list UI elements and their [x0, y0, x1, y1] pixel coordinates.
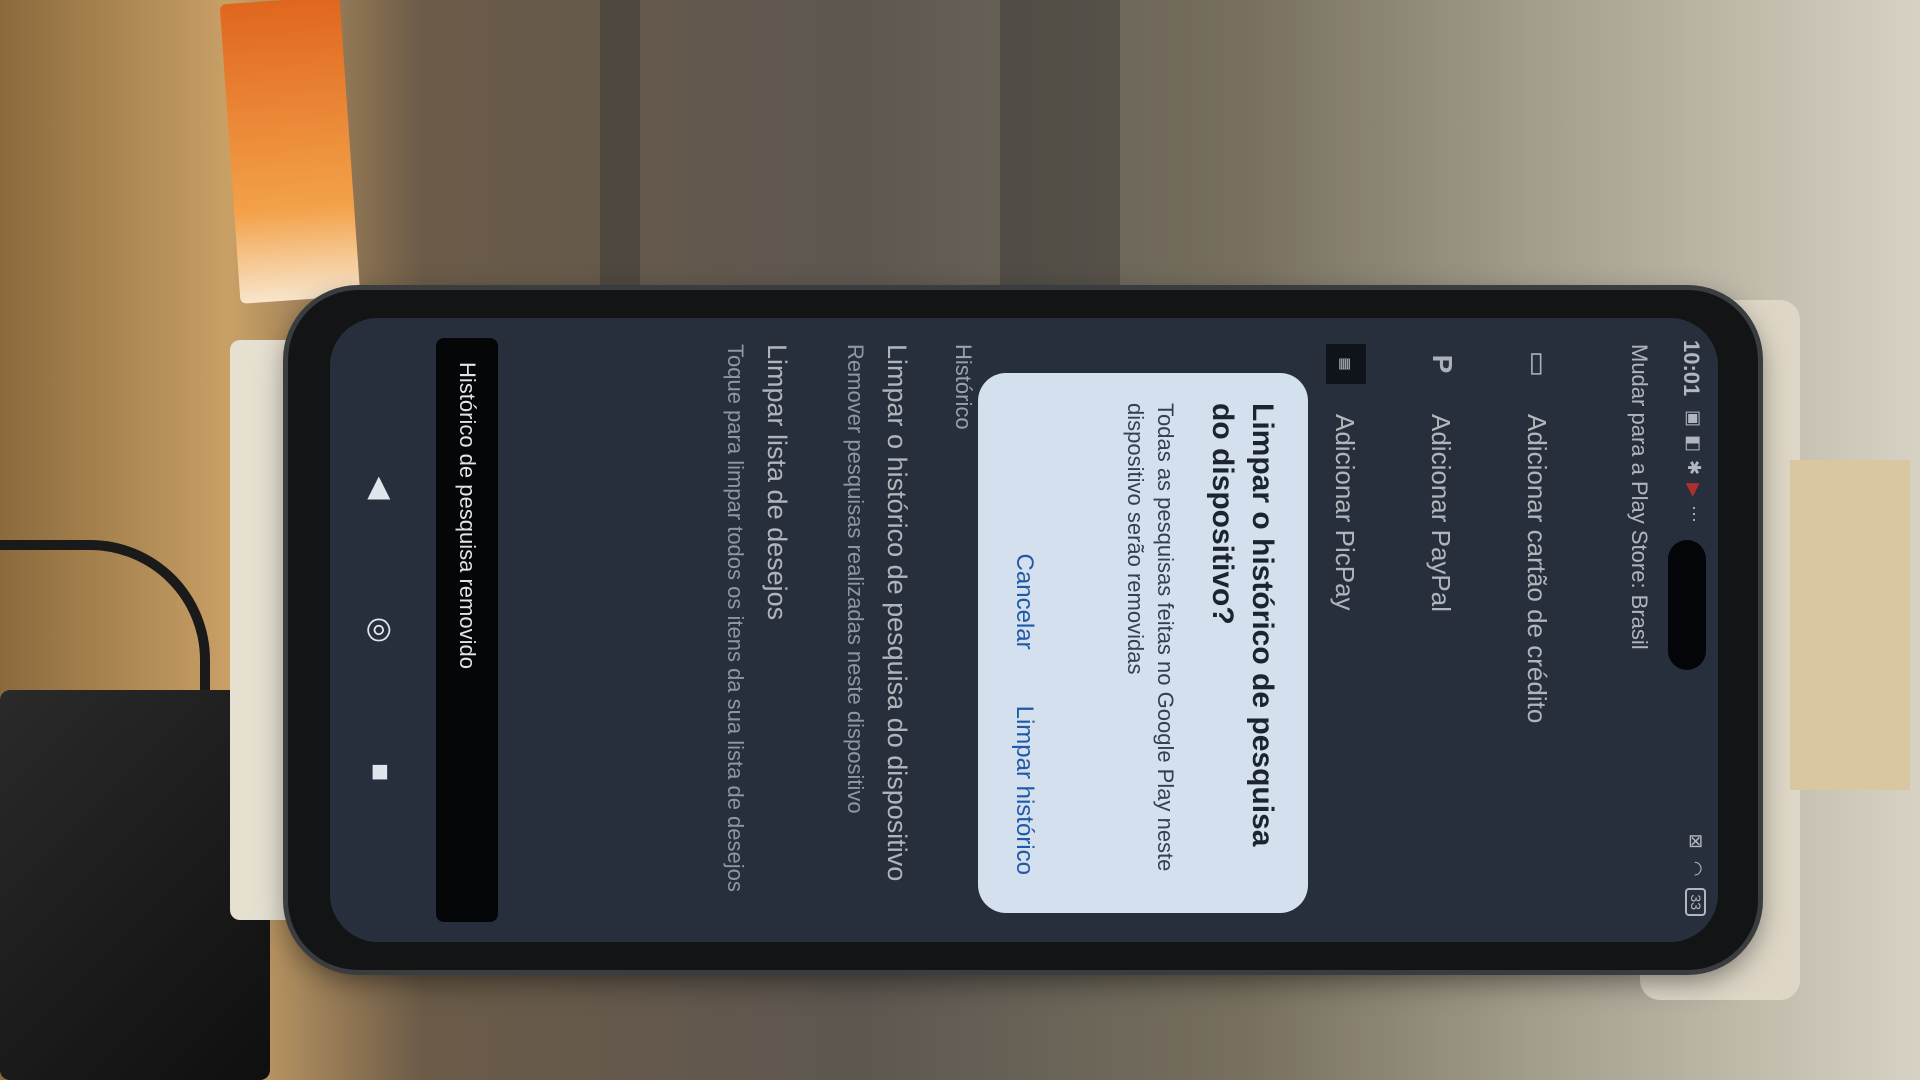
cancel-button[interactable]: Cancelar	[1004, 546, 1044, 658]
dialog-title: Limpar o histórico de pesquisa do dispos…	[1206, 403, 1279, 847]
background-object	[219, 0, 361, 304]
dialog-actions: Cancelar Limpar histórico	[1004, 546, 1044, 883]
dialog-body: Todas as pesquisas feitas no Google Play…	[1123, 403, 1178, 872]
phone-screen: 10:01 ▣ ◧ ✱ ▶ ⋯ ⊠ ◠ 33 Mudar para a Play…	[330, 318, 1718, 942]
snackbar-message: Histórico de pesquisa removido	[455, 362, 480, 669]
back-icon[interactable]: ◀	[360, 468, 400, 508]
snackbar: Histórico de pesquisa removido	[436, 338, 498, 922]
clear-history-button[interactable]: Limpar histórico	[1004, 698, 1044, 883]
background-cable	[0, 540, 210, 690]
background-shelf	[600, 0, 640, 300]
navigation-bar: ◀ ◎ ■	[330, 318, 430, 942]
clear-history-dialog: Limpar o histórico de pesquisa do dispos…	[978, 373, 1308, 913]
camera-scene: 10:01 ▣ ◧ ✱ ▶ ⋯ ⊠ ◠ 33 Mudar para a Play…	[0, 0, 1920, 1080]
screen-content: 10:01 ▣ ◧ ✱ ▶ ⋯ ⊠ ◠ 33 Mudar para a Play…	[330, 318, 1718, 942]
recents-icon[interactable]: ■	[360, 752, 400, 792]
background-label	[1790, 460, 1910, 790]
background-shelf	[1000, 0, 1120, 290]
home-icon[interactable]: ◎	[360, 610, 400, 650]
